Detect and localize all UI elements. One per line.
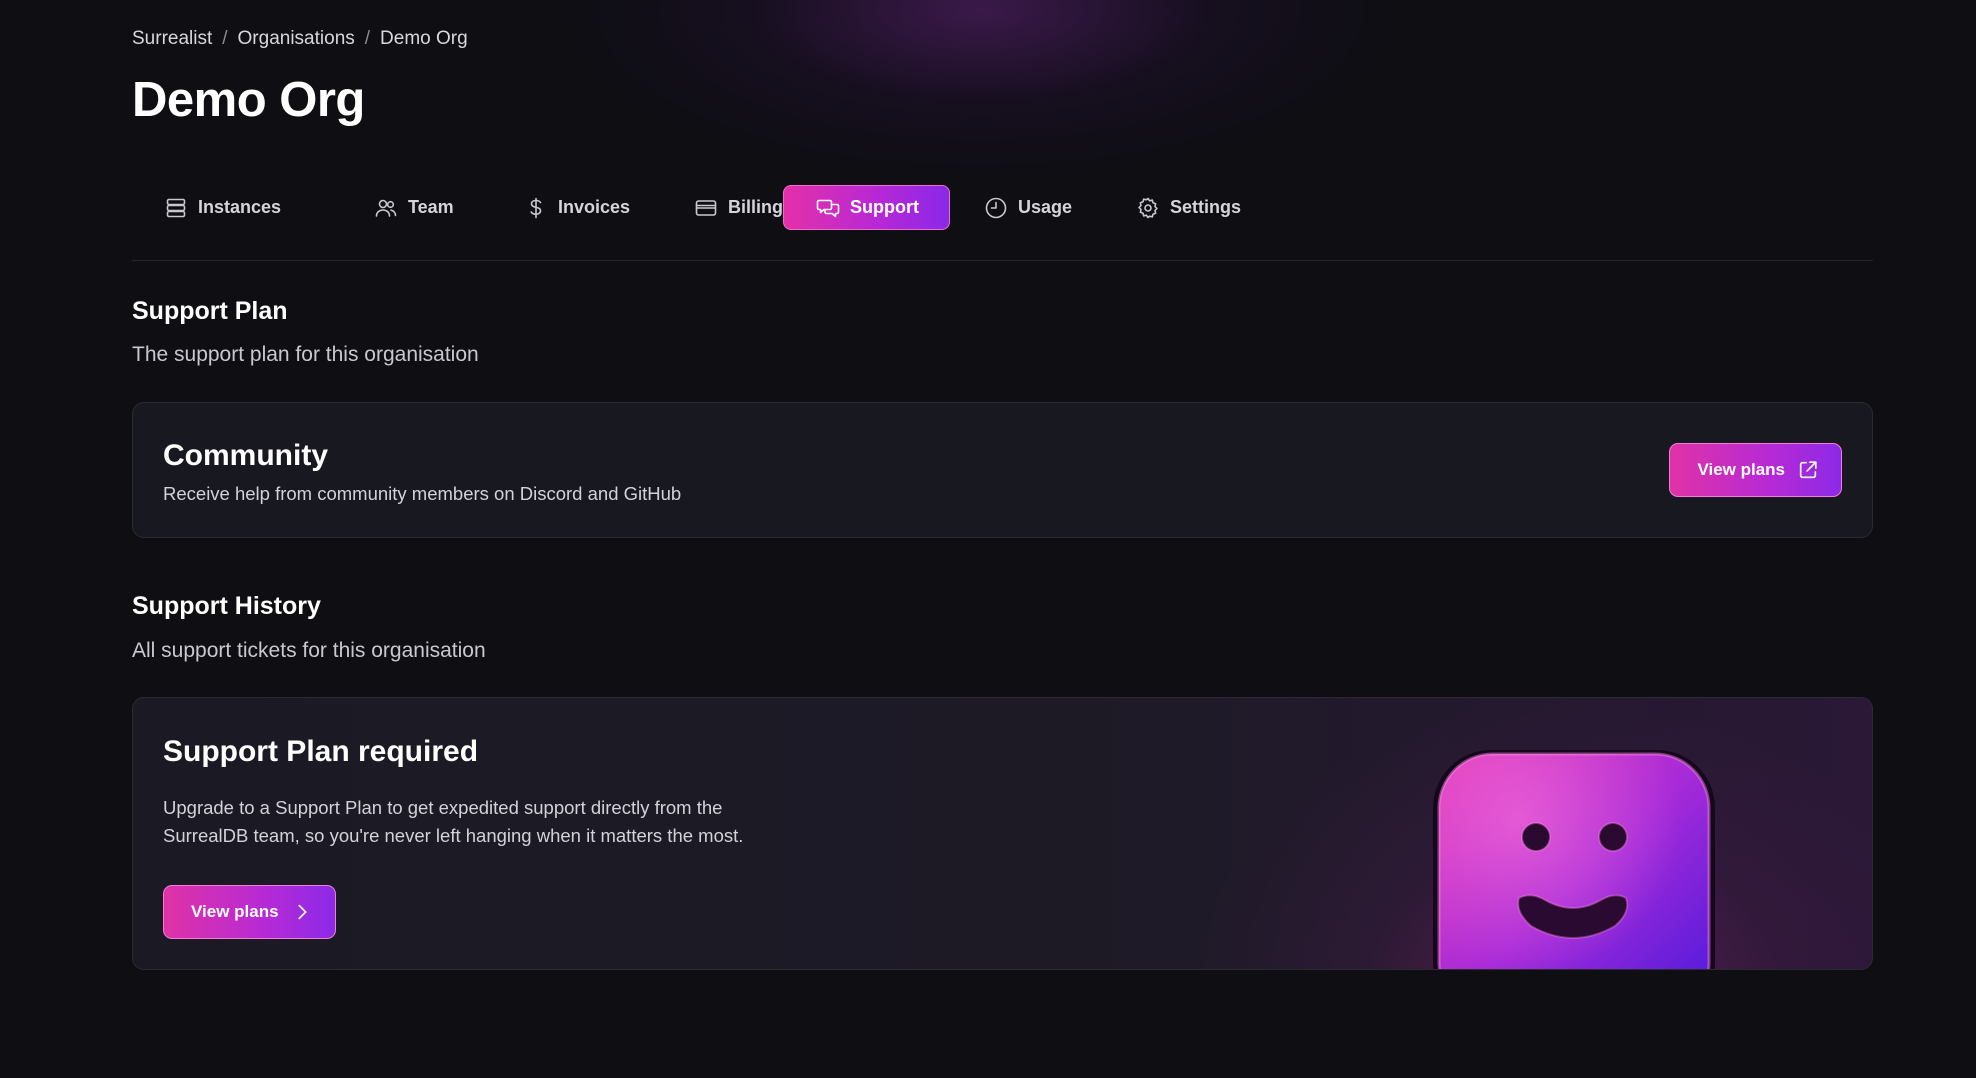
chat-bubbles-icon (816, 199, 840, 217)
button-label: View plans (191, 902, 279, 921)
tab-label: Settings (1170, 197, 1242, 217)
support-required-title: Support Plan required (163, 735, 479, 768)
smiley-cube-illustration (1433, 750, 1715, 969)
page-title: Demo Org (132, 73, 365, 127)
tab-label: Support (850, 197, 919, 217)
breadcrumb: Surrealist / Organisations / Demo Org (132, 28, 468, 50)
tab-label: Usage (1018, 197, 1073, 217)
gear-icon (1138, 197, 1158, 218)
users-icon (375, 199, 397, 217)
tab-invoices[interactable]: Invoices (492, 185, 660, 230)
support-required-card: Support Plan required Upgrade to a Suppo… (132, 697, 1873, 970)
breadcrumb-separator: / (364, 28, 371, 49)
tab-label: Team (408, 197, 454, 217)
breadcrumb-item-organisations[interactable]: Organisations (238, 28, 355, 50)
support-plan-subtitle: The support plan for this organisation (132, 343, 479, 366)
tab-label: Billing (728, 197, 783, 217)
server-stack-icon (166, 198, 186, 217)
tab-label: Instances (198, 197, 282, 217)
plan-name: Community (163, 439, 328, 472)
breadcrumb-separator: / (222, 28, 228, 49)
clock-icon (985, 197, 1007, 218)
tab-usage[interactable]: Usage (952, 185, 1102, 230)
breadcrumb-item-current[interactable]: Demo Org (380, 28, 468, 50)
support-history-subtitle: All support tickets for this organisatio… (132, 639, 486, 662)
support-plan-heading: Support Plan (132, 297, 288, 325)
support-required-description: Upgrade to a Support Plan to get expedit… (163, 797, 744, 846)
external-link-icon (1799, 461, 1817, 479)
support-history-heading: Support History (132, 592, 321, 620)
tab-bar: Instances Team Invoices Billing Support … (132, 185, 1873, 261)
view-plans-button-secondary[interactable]: View plans (163, 885, 336, 939)
tab-label: Invoices (558, 197, 631, 217)
chevron-right-icon (297, 904, 307, 920)
plan-description: Receive help from community members on D… (163, 483, 682, 504)
button-label: View plans (1697, 460, 1785, 479)
tab-settings[interactable]: Settings (1104, 185, 1271, 230)
credit-card-icon (695, 199, 717, 216)
breadcrumb-item-surrealist[interactable]: Surrealist (132, 28, 212, 50)
tab-team[interactable]: Team (342, 185, 484, 230)
tab-instances[interactable]: Instances (132, 185, 311, 230)
support-plan-card: Community Receive help from community me… (132, 402, 1873, 538)
dollar-icon (530, 197, 542, 218)
view-plans-button[interactable]: View plans (1669, 443, 1842, 497)
tab-support[interactable]: Support (783, 185, 950, 230)
